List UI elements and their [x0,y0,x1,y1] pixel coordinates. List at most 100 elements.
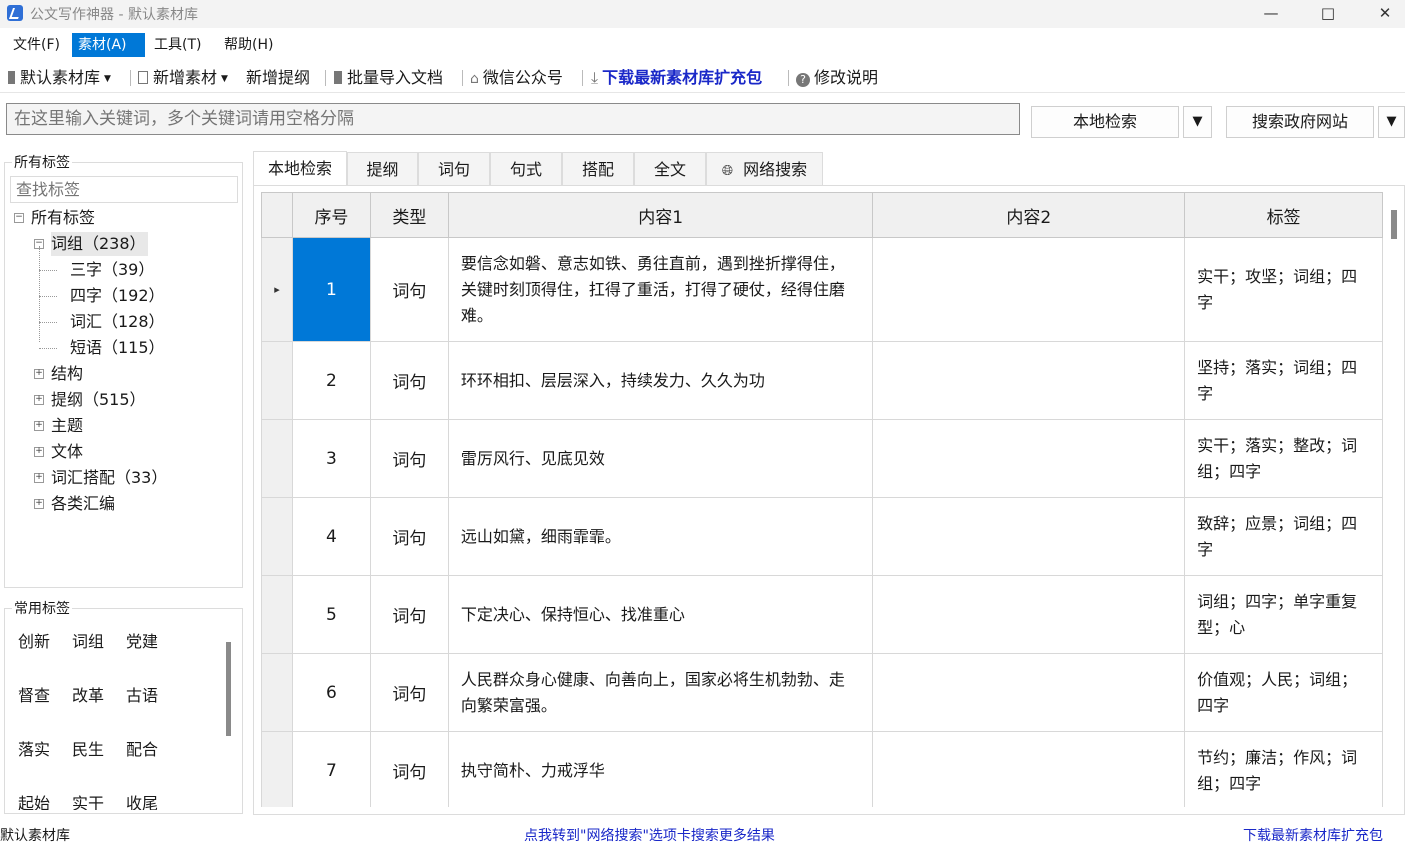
download-pack-link[interactable]: ⤓ 下载最新素材库扩充包 [591,66,762,90]
tab-3[interactable]: 句式 [490,152,562,185]
cell-content1[interactable]: 远山如黛，细雨霏霏。 [447,497,874,576]
tree-item[interactable]: 词汇搭配（33） [51,466,169,490]
changelog-button[interactable]: ? 修改说明 [796,66,878,90]
cell-content1[interactable]: 要信念如磐、意志如铁、勇往直前，遇到挫折撑得住，关键时刻顶得住，扛得了重活，打得… [447,237,874,342]
cell-tags[interactable]: 价值观；人民；词组；四字 [1184,653,1383,732]
expand-icon[interactable]: + [34,447,44,457]
column-header-type[interactable]: 类型 [369,192,449,238]
cell-number[interactable]: 2 [291,341,371,420]
close-icon[interactable]: ✕ [1362,0,1405,28]
cell-tags[interactable]: 词组；四字；单字重复型；心 [1184,575,1383,654]
table-row[interactable]: 6 词句 人民群众身心健康、向善向上，国家必将生机勃勃、走向繁荣富强。 价值观；人民；… [261,653,1383,732]
menu-help[interactable]: 帮助(H) [218,33,279,57]
tree-item[interactable]: 文体 [51,440,85,464]
collapse-icon[interactable]: − [14,213,24,223]
cell-number[interactable]: 3 [291,419,371,498]
common-tag[interactable]: 督查 [18,682,50,706]
cell-type[interactable]: 词句 [369,575,449,654]
add-material-button[interactable]: 新增素材 ▼ [138,66,228,90]
minimize-icon[interactable]: — [1248,0,1294,28]
expand-icon[interactable]: + [34,473,44,483]
batch-import-button[interactable]: 批量导入文档 [334,66,443,90]
tab-4[interactable]: 搭配 [562,152,634,185]
expand-icon[interactable]: + [34,369,44,379]
cell-content1[interactable]: 雷厉风行、见底见效 [447,419,874,498]
gov-search-button[interactable]: 搜索政府网站 [1226,106,1374,138]
cell-content2[interactable] [872,497,1186,576]
common-tag[interactable]: 改革 [72,682,104,706]
status-download-link[interactable]: 下载最新素材库扩充包 [1243,825,1383,845]
common-tag[interactable]: 创新 [18,628,50,652]
tag-search-input[interactable] [10,176,238,203]
tab-1[interactable]: 提纲 [347,152,418,185]
cell-tags[interactable]: 节约；廉洁；作风；词组；四字 [1184,731,1383,807]
row-header[interactable] [261,653,293,732]
tab-5[interactable]: 全文 [634,152,706,185]
common-tag[interactable]: 古语 [126,682,158,706]
common-tag[interactable]: 词组 [72,628,104,652]
tree-item[interactable]: 提纲（515） [51,388,148,412]
tree-item[interactable]: 四字（192） [70,284,167,308]
cell-number[interactable]: 7 [291,731,371,807]
cell-content2[interactable] [872,731,1186,807]
table-row[interactable]: ▸ 1 词句 要信念如磐、意志如铁、勇往直前，遇到挫折撑得住，关键时刻顶得住，扛得了重… [261,237,1383,342]
library-dropdown[interactable]: 默认素材库 ▼ [8,66,111,90]
keyword-search-input[interactable] [6,103,1020,135]
cell-type[interactable]: 词句 [369,653,449,732]
local-search-dropdown-icon[interactable]: ▼ [1183,106,1212,138]
cell-tags[interactable]: 实干；落实；整改；词组；四字 [1184,419,1383,498]
cell-content1[interactable]: 人民群众身心健康、向善向上，国家必将生机勃勃、走向繁荣富强。 [447,653,874,732]
common-tag[interactable]: 配合 [126,736,158,760]
cell-content2[interactable] [872,653,1186,732]
tab-0[interactable]: 本地检索 [253,151,347,185]
tree-item[interactable]: 所有标签 [31,206,97,230]
menu-file[interactable]: 文件(F) [7,33,66,57]
tree-item[interactable]: 三字（39） [70,258,156,282]
maximize-icon[interactable]: □ [1305,0,1351,28]
cell-tags[interactable]: 实干；攻坚；词组；四字 [1184,237,1383,342]
row-header[interactable] [261,731,293,807]
table-row[interactable]: 3 词句 雷厉风行、见底见效 实干；落实；整改；词组；四字 [261,419,1383,498]
common-tag[interactable]: 民生 [72,736,104,760]
column-header-content2[interactable]: 内容2 [872,192,1186,238]
table-row[interactable]: 5 词句 下定决心、保持恒心、找准重心 词组；四字；单字重复型；心 [261,575,1383,654]
tree-item[interactable]: 各类汇编 [51,492,117,516]
expand-icon[interactable]: + [34,499,44,509]
cell-content2[interactable] [872,237,1186,342]
row-header[interactable] [261,419,293,498]
gov-search-dropdown-icon[interactable]: ▼ [1378,106,1405,138]
row-header[interactable] [261,497,293,576]
expand-icon[interactable]: + [34,395,44,405]
tree-item[interactable]: 短语（115） [70,336,167,360]
table-row[interactable]: 2 词句 环环相扣、层层深入，持续发力、久久为功 坚持；落实；词组；四字 [261,341,1383,420]
common-tag[interactable]: 收尾 [126,790,158,810]
menu-tools[interactable]: 工具(T) [148,33,207,57]
row-header[interactable] [261,341,293,420]
tab-2[interactable]: 词句 [418,152,490,185]
cell-number[interactable]: 1 [291,237,371,342]
common-tag[interactable]: 党建 [126,628,158,652]
cell-content1[interactable]: 下定决心、保持恒心、找准重心 [447,575,874,654]
cell-content2[interactable] [872,575,1186,654]
go-web-search-link[interactable]: 点我转到"网络搜索"选项卡搜索更多结果 [524,825,775,845]
expand-icon[interactable]: + [34,421,44,431]
row-header[interactable] [261,575,293,654]
cell-type[interactable]: 词句 [369,341,449,420]
cell-content2[interactable] [872,341,1186,420]
cell-number[interactable]: 4 [291,497,371,576]
results-scrollbar[interactable] [1391,210,1397,239]
column-header-tags[interactable]: 标签 [1184,192,1383,238]
tree-item[interactable]: 词汇（128） [70,310,167,334]
common-tag[interactable]: 落实 [18,736,50,760]
table-row[interactable]: 4 词句 远山如黛，细雨霏霏。 致辞；应景；词组；四字 [261,497,1383,576]
tree-item[interactable]: 词组（238） [51,232,148,256]
tree-item[interactable]: 结构 [51,362,85,386]
common-tag[interactable]: 实干 [72,790,104,810]
local-search-button[interactable]: 本地检索 [1031,106,1179,138]
menu-material[interactable]: 素材(A) [72,33,145,57]
tab-6[interactable]: 🌐︎ 网络搜索 [706,152,823,185]
cell-tags[interactable]: 坚持；落实；词组；四字 [1184,341,1383,420]
column-header-number[interactable]: 序号 [291,192,371,238]
common-tag[interactable]: 起始 [18,790,50,810]
cell-number[interactable]: 5 [291,575,371,654]
